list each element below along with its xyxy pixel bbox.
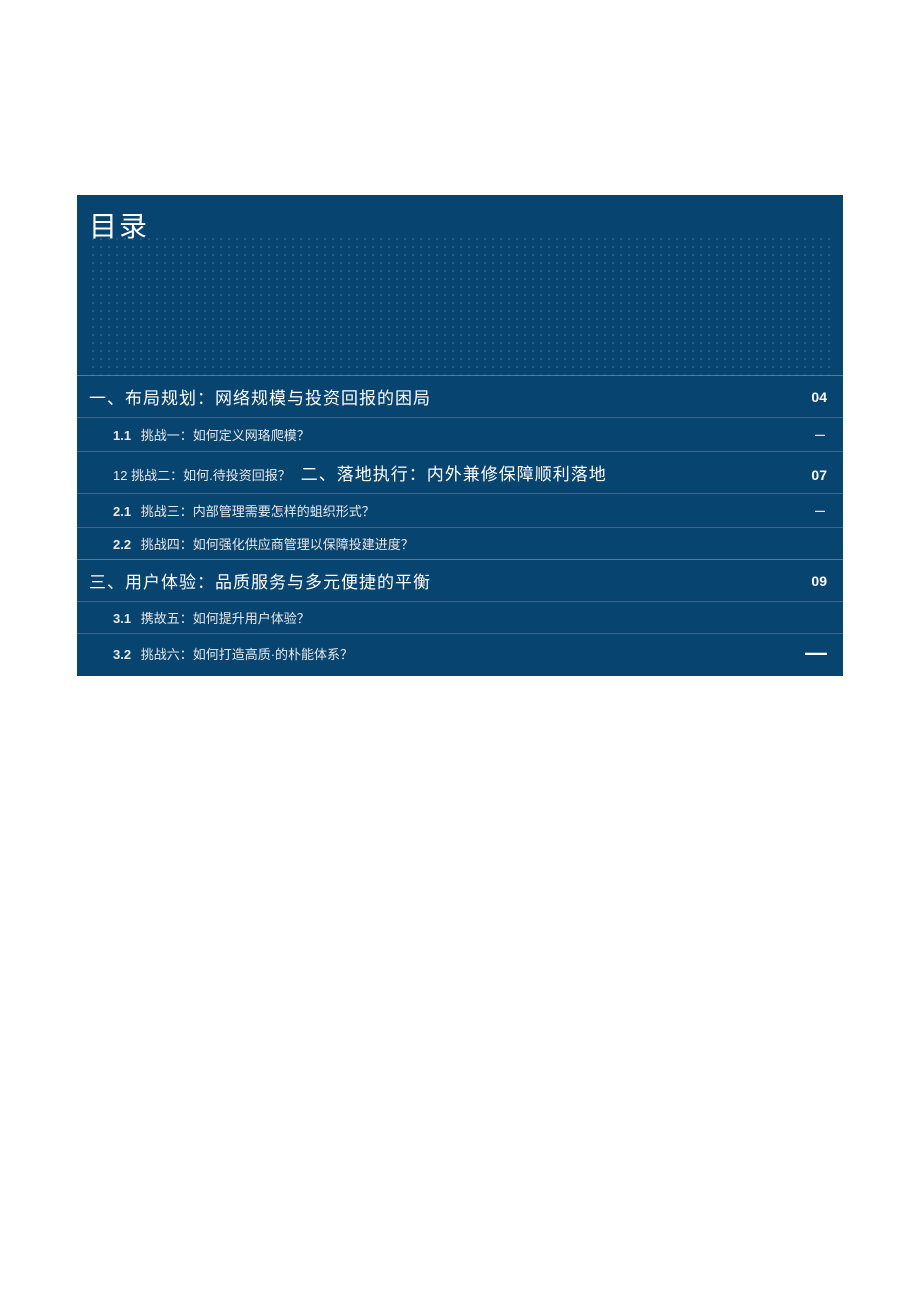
section-2-heading: 二、落地执行：内外兼修保障顺利落地: [301, 460, 607, 485]
sub-1-1-num: 1.1: [113, 428, 131, 443]
section-1-heading: 一、布局规划：网络规模与投资回报的困局: [89, 384, 431, 409]
toc-container: 目录 一、布局规划：网络规模与投资回报的困局 04 1.1 挑战一：如何定义网珞…: [77, 195, 843, 676]
section-3-page: 09: [811, 573, 831, 589]
sub-3-2-text: 挑战六：如何打造高质·的朴能体系？: [141, 647, 353, 662]
sub-3-1-num: 3.1: [113, 611, 131, 626]
section-2-page: 07: [811, 467, 831, 483]
sub-2-1-num: 2.1: [113, 504, 131, 519]
sub-2-2-num: 2.2: [113, 537, 131, 552]
combo-left: 12 挑战二：如何.待投资回报？ 二、落地执行：内外兼修保障顺利落地: [113, 460, 607, 485]
section-3-heading: 三、用户体验：品质服务与多元便捷的平衡: [89, 568, 431, 593]
section-row-1: 一、布局规划：网络规模与投资回报的困局 04: [77, 375, 843, 417]
sub-3-1-content: 3.1 携故五：如何提升用户体验？: [113, 608, 310, 627]
sub-2-1-content: 2.1 挑战三：内部管理需要怎样的蛆织形式？: [113, 501, 375, 520]
sub-1-1-marker: –: [815, 424, 831, 445]
sub-2-2-text: 挑战四：如何强化供应商管理以保障投建进度？: [141, 537, 414, 552]
dotted-background: [89, 235, 831, 375]
section-row-3: 三、用户体验：品质服务与多元便捷的平衡 09: [77, 559, 843, 601]
bottom-padding: [77, 672, 843, 676]
sub-2-1-text: 挑战三：内部管理需要怎样的蛆织形式？: [141, 504, 375, 519]
sub-row-1-1: 1.1 挑战一：如何定义网珞爬模？ –: [77, 417, 843, 451]
section-1-page: 04: [811, 389, 831, 405]
sub-1-2-num: 12: [113, 468, 127, 483]
sub-row-2-2: 2.2 挑战四：如何强化供应商管理以保障投建进度？: [77, 527, 843, 559]
sub-row-3-1: 3.1 携故五：如何提升用户体验？: [77, 601, 843, 633]
combo-sub: 12 挑战二：如何.待投资回报？: [113, 465, 291, 484]
combo-row-1-2-section-2: 12 挑战二：如何.待投资回报？ 二、落地执行：内外兼修保障顺利落地 07: [77, 451, 843, 493]
sub-3-1-text: 携故五：如何提升用户体验？: [141, 611, 310, 626]
sub-1-2-text: 挑战二：如何.待投资回报？: [131, 468, 291, 483]
sub-3-2-num: 3.2: [113, 647, 131, 662]
sub-1-1-content: 1.1 挑战一：如何定义网珞爬模？: [113, 425, 310, 444]
sub-1-1-text: 挑战一：如何定义网珞爬模？: [141, 428, 310, 443]
toc-header: 目录: [77, 195, 843, 375]
sub-row-2-1: 2.1 挑战三：内部管理需要怎样的蛆织形式？ –: [77, 493, 843, 527]
sub-row-3-2: 3.2 挑战六：如何打造高质·的朴能体系？ —: [77, 633, 843, 672]
sub-3-2-marker: —: [805, 640, 831, 666]
sub-2-2-content: 2.2 挑战四：如何强化供应商管理以保障投建进度？: [113, 534, 414, 553]
sub-2-1-marker: –: [815, 500, 831, 521]
sub-3-2-content: 3.2 挑战六：如何打造高质·的朴能体系？: [113, 644, 353, 663]
